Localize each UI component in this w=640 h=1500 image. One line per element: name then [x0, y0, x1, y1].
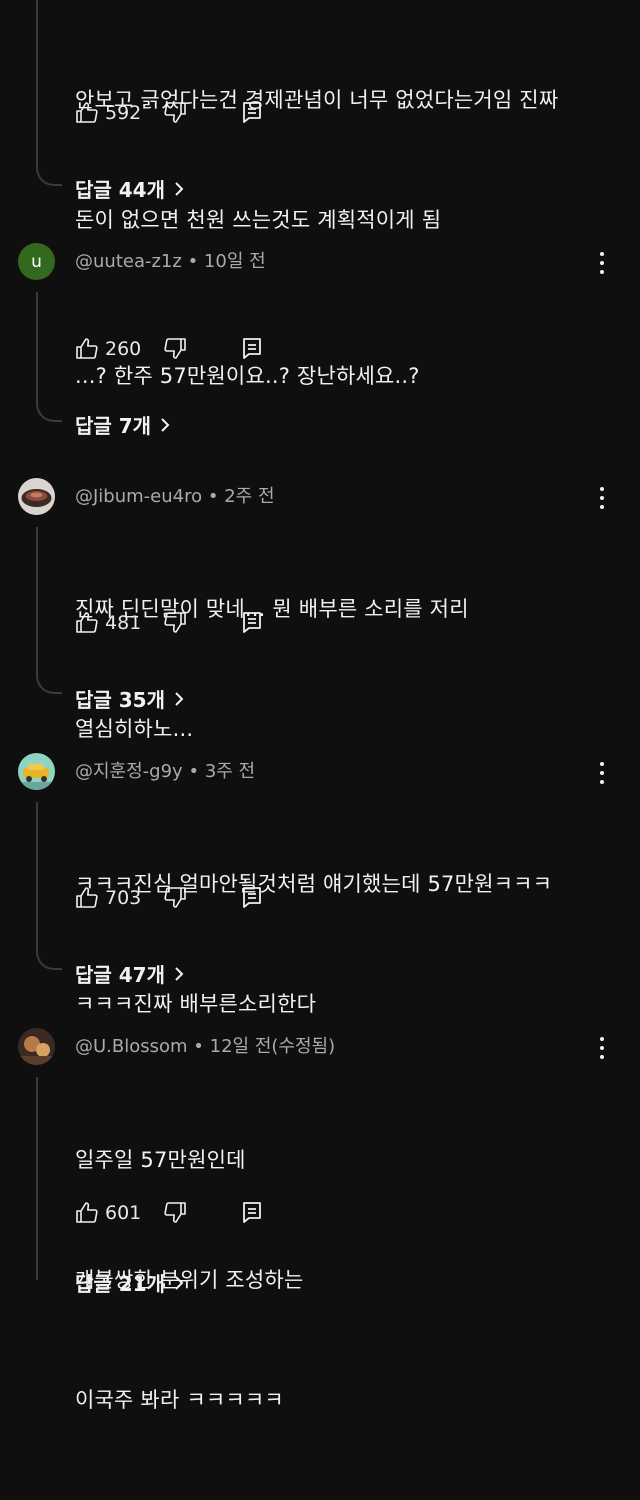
avatar-image: [18, 478, 55, 515]
like-button[interactable]: 601: [75, 1201, 141, 1225]
replies-label: 답글 7개: [75, 414, 152, 438]
comment-actions: 601: [75, 1200, 261, 1226]
like-button[interactable]: 260: [75, 337, 141, 361]
more-options-button[interactable]: [594, 1035, 610, 1061]
view-replies-button[interactable]: 답글 35개: [75, 684, 185, 713]
reply-icon[interactable]: [241, 610, 263, 634]
author-handle[interactable]: @U.Blossom: [75, 1036, 188, 1057]
replies-label: 답글 44개: [75, 178, 165, 202]
meta-separator: •: [193, 1036, 204, 1057]
reply-icon[interactable]: [241, 100, 263, 124]
thread-line: [36, 1077, 38, 1280]
like-count: 260: [105, 338, 142, 360]
thumbs-down-icon[interactable]: [163, 610, 187, 634]
view-replies-button[interactable]: 답글 21개: [75, 1268, 185, 1297]
chevron-right-icon: [161, 417, 170, 432]
avatar-image: [18, 1028, 55, 1065]
comment-actions: 703: [75, 885, 261, 911]
thumbs-down-icon[interactable]: [163, 100, 187, 124]
comment-time: 12일 전(수정됨): [209, 1036, 336, 1057]
meta-separator: •: [187, 251, 199, 272]
meta-separator: •: [207, 486, 219, 507]
comment-line: ㅋㅋㅋ진짜 배부른소리한다: [75, 992, 317, 1016]
more-options-button[interactable]: [594, 485, 610, 511]
reply-icon[interactable]: [241, 336, 263, 360]
reply-icon[interactable]: [241, 885, 263, 909]
comment-line: 안보고 긁었다는건 경제관념이 너무 없었다는거임 진짜: [75, 88, 559, 112]
like-count: 592: [105, 102, 142, 124]
comment-meta: @uutea-z1z • 10일 전: [75, 247, 266, 273]
comment-meta: @지훈정-g9y • 3주 전: [75, 757, 255, 783]
like-button[interactable]: 703: [75, 886, 141, 910]
avatar[interactable]: u: [18, 243, 55, 280]
avatar[interactable]: [18, 753, 55, 790]
more-options-button[interactable]: [594, 250, 610, 276]
replies-label: 답글 47개: [75, 963, 165, 987]
thread-curve: [36, 402, 62, 422]
thumbs-up-icon: [76, 102, 98, 123]
thread-curve: [36, 166, 62, 186]
comment-meta: @U.Blossom • 12일 전(수정됨): [75, 1032, 335, 1058]
thread-line: [36, 0, 38, 168]
author-handle[interactable]: @uutea-z1z: [75, 251, 182, 272]
thread-curve: [36, 950, 62, 970]
reply-icon[interactable]: [241, 1200, 263, 1224]
meta-separator: •: [188, 761, 200, 782]
comment-line: ㅋㅋㅋ진심 얼마안될것처럼 얘기했는데 57만원ㅋㅋㅋ: [75, 872, 553, 896]
comment-text: ...? 한주 57만원이요..? 장난하세요..?: [75, 276, 420, 476]
view-replies-button[interactable]: 답글 7개: [75, 410, 171, 439]
comment-meta: @Jibum-eu4ro • 2주 전: [75, 482, 275, 508]
author-handle[interactable]: @Jibum-eu4ro: [75, 486, 202, 507]
comment-time: 2주 전: [224, 486, 275, 507]
chevron-right-icon: [175, 1275, 184, 1290]
comment-line: ...? 한주 57만원이요..? 장난하세요..?: [75, 364, 420, 388]
comment-actions: 481: [75, 610, 261, 636]
thread-line: [36, 527, 38, 676]
more-options-button[interactable]: [594, 760, 610, 786]
comment-line: 돈이 없으면 천원 쓰는것도 계획적이게 됨: [75, 208, 442, 232]
chevron-right-icon: [175, 181, 184, 196]
comment-line: 이국주 봐라 ㅋㅋㅋㅋㅋ: [75, 1388, 284, 1412]
thread-line: [36, 802, 38, 952]
thumbs-up-icon: [76, 1202, 98, 1223]
thumbs-up-icon: [76, 338, 98, 359]
thumbs-down-icon[interactable]: [163, 336, 187, 360]
view-replies-button[interactable]: 답글 44개: [75, 174, 185, 203]
like-count: 703: [105, 887, 142, 909]
thread-line: [36, 292, 38, 404]
comment-line: 일주일 57만원인데: [75, 1148, 246, 1172]
author-handle[interactable]: @지훈정-g9y: [75, 761, 183, 782]
comment-line: 열심히하노...: [75, 717, 194, 741]
comment-time: 10일 전: [203, 251, 266, 272]
like-button[interactable]: 592: [75, 101, 141, 125]
avatar[interactable]: [18, 478, 55, 515]
comment-actions: 592: [75, 100, 261, 126]
thumbs-down-icon[interactable]: [163, 885, 187, 909]
replies-label: 답글 21개: [75, 1272, 165, 1296]
thumbs-up-icon: [76, 887, 98, 908]
avatar[interactable]: [18, 1028, 55, 1065]
comment-time: 3주 전: [204, 761, 256, 782]
like-count: 601: [105, 1202, 142, 1224]
like-button[interactable]: 481: [75, 611, 141, 635]
thumbs-up-icon: [76, 612, 98, 633]
comment-actions: 260: [75, 336, 261, 362]
avatar-image: [18, 753, 55, 790]
thread-curve: [36, 674, 62, 694]
avatar-letter: u: [31, 251, 42, 272]
chevron-right-icon: [175, 966, 184, 981]
like-count: 481: [105, 612, 142, 634]
view-replies-button[interactable]: 답글 47개: [75, 959, 185, 988]
thumbs-down-icon[interactable]: [163, 1200, 187, 1224]
replies-label: 답글 35개: [75, 688, 165, 712]
chevron-right-icon: [175, 691, 184, 706]
